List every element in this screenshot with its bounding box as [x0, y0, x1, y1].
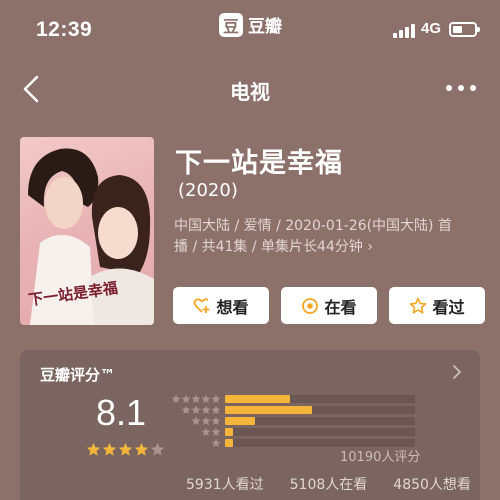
star-icon: [191, 416, 201, 426]
movie-year: (2020): [178, 180, 238, 201]
want-to-watch-button[interactable]: 想看: [173, 287, 269, 324]
rating-score: 8.1: [96, 392, 147, 433]
distribution-bar: [225, 428, 233, 436]
star-icon: [211, 394, 221, 404]
watch-stats: 5931人看过 5108人在看 4850人想看: [186, 474, 471, 494]
distribution-track: [225, 417, 415, 425]
star-icon: [181, 394, 191, 404]
star-icon: [150, 442, 165, 456]
distribution-bar: [225, 406, 313, 414]
movie-title: 下一站是幸福: [175, 148, 343, 179]
distribution-bar: [225, 395, 290, 403]
rating-count: 10190人评分: [340, 450, 421, 465]
heart-plus-icon: [194, 297, 210, 313]
distribution-bar: [225, 417, 256, 425]
star-icon: [134, 442, 149, 456]
watching-label: 在看: [324, 297, 357, 317]
rating-stars: [86, 442, 165, 457]
star-icon: [171, 394, 181, 404]
page-title: 电视: [230, 80, 270, 104]
eye-circle-icon: [302, 297, 319, 314]
action-buttons: 想看 在看 看过: [173, 287, 485, 324]
meta-line: 播 / 共41集 / 单集片长44分钟 ›: [174, 239, 373, 255]
star-icon: [201, 405, 211, 415]
battery-icon: [449, 22, 480, 37]
watched-label: 看过: [432, 297, 465, 317]
distribution-track: [225, 428, 415, 436]
more-options-icon[interactable]: [446, 85, 476, 93]
watching-count[interactable]: 5108人在看: [290, 474, 368, 494]
app-name: 豆瓣: [248, 17, 282, 37]
watched-button[interactable]: 看过: [389, 287, 485, 324]
distribution-stars: [181, 405, 221, 415]
star-icon: [211, 405, 221, 415]
poster-image[interactable]: 下一站是幸福: [20, 137, 154, 325]
douban-logo-icon: 豆: [219, 12, 243, 37]
star-icon: [201, 394, 211, 404]
watching-button[interactable]: 在看: [281, 287, 377, 324]
status-bar: 12:39 豆 豆瓣 4G: [0, 0, 500, 60]
distribution-stars: [171, 394, 221, 404]
rating-card[interactable]: 豆瓣评分™ 8.1 10190人评分 5931人看过 5108人在看 4850人…: [20, 350, 480, 500]
star-icon: [211, 427, 221, 437]
star-icon: [211, 416, 221, 426]
meta-line: 中国大陆 / 爱情 / 2020-01-26(中国大陆) 首: [174, 218, 452, 234]
watched-count[interactable]: 5931人看过: [186, 474, 264, 494]
star-icon: [181, 405, 191, 415]
chevron-right-icon[interactable]: [452, 364, 462, 380]
star-outline-icon: [410, 297, 427, 314]
star-icon: [191, 394, 201, 404]
star-icon: [191, 405, 201, 415]
signal-icon: [393, 24, 415, 38]
star-icon: [86, 442, 101, 456]
status-time: 12:39: [36, 18, 93, 41]
chevron-right-icon: ›: [367, 239, 373, 255]
star-icon: [201, 416, 211, 426]
star-icon: [118, 442, 133, 456]
distribution-track: [225, 406, 415, 414]
distribution-stars: [201, 427, 221, 437]
distribution-stars: [191, 416, 221, 426]
distribution-track: [225, 395, 415, 403]
star-icon: [102, 442, 117, 456]
star-icon: [211, 438, 221, 448]
star-icon: [201, 427, 211, 437]
want-to-watch-label: 想看: [216, 297, 249, 317]
app-logo: 豆 豆瓣: [219, 12, 282, 37]
rating-header: 豆瓣评分™: [40, 366, 116, 384]
movie-meta[interactable]: 中国大陆 / 爱情 / 2020-01-26(中国大陆) 首 播 / 共41集 …: [174, 216, 474, 258]
network-type: 4G: [421, 20, 442, 37]
distribution-bar: [225, 439, 233, 447]
distribution-stars: [211, 438, 221, 448]
want-count[interactable]: 4850人想看: [393, 474, 471, 494]
